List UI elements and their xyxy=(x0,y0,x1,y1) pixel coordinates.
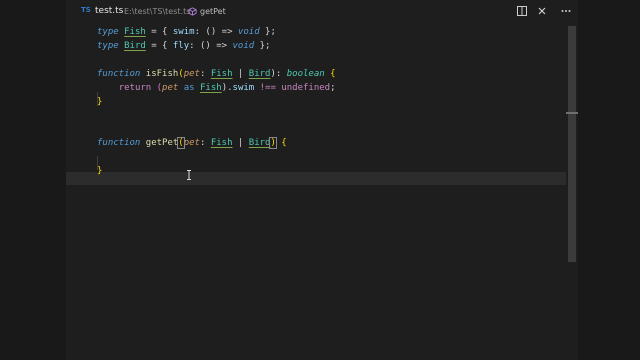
close-icon[interactable] xyxy=(536,5,548,17)
breadcrumb-path[interactable]: E:\test\TS\test.ts xyxy=(124,7,190,16)
code-line-2: type Bird = { fly: () => void }; xyxy=(97,41,271,51)
code-line-11: } xyxy=(97,166,103,176)
scrollbar-thumb[interactable] xyxy=(568,26,576,262)
code-editor[interactable]: TS test.ts E:\test\TS\test.ts getPet typ… xyxy=(66,0,578,360)
text-cursor-icon xyxy=(187,170,191,180)
more-actions-icon[interactable] xyxy=(560,5,572,17)
right-background xyxy=(578,0,640,360)
left-background xyxy=(0,0,66,360)
code-line-5: return (pet as Fish).swim !== undefined; xyxy=(118,83,336,93)
code-line-9: function getPet(pet: Fish | Bird) { xyxy=(97,137,287,149)
code-line-4: function isFish(pet: Fish | Bird): boole… xyxy=(97,69,336,79)
tab-filename[interactable]: test.ts xyxy=(95,6,123,16)
typescript-file-icon: TS xyxy=(81,6,91,14)
function-symbol-icon xyxy=(188,7,197,16)
split-editor-icon[interactable] xyxy=(516,5,528,17)
scrollbar-cursor-marker xyxy=(566,112,578,114)
breadcrumb-symbol[interactable]: getPet xyxy=(200,7,226,16)
code-area[interactable]: type Fish = { swim: () => void }; type B… xyxy=(66,24,566,360)
code-line-6: } xyxy=(97,97,103,107)
current-line-highlight xyxy=(66,172,566,185)
editor-title-bar: TS test.ts E:\test\TS\test.ts getPet xyxy=(66,0,578,24)
code-line-1: type Fish = { swim: () => void }; xyxy=(97,27,276,37)
